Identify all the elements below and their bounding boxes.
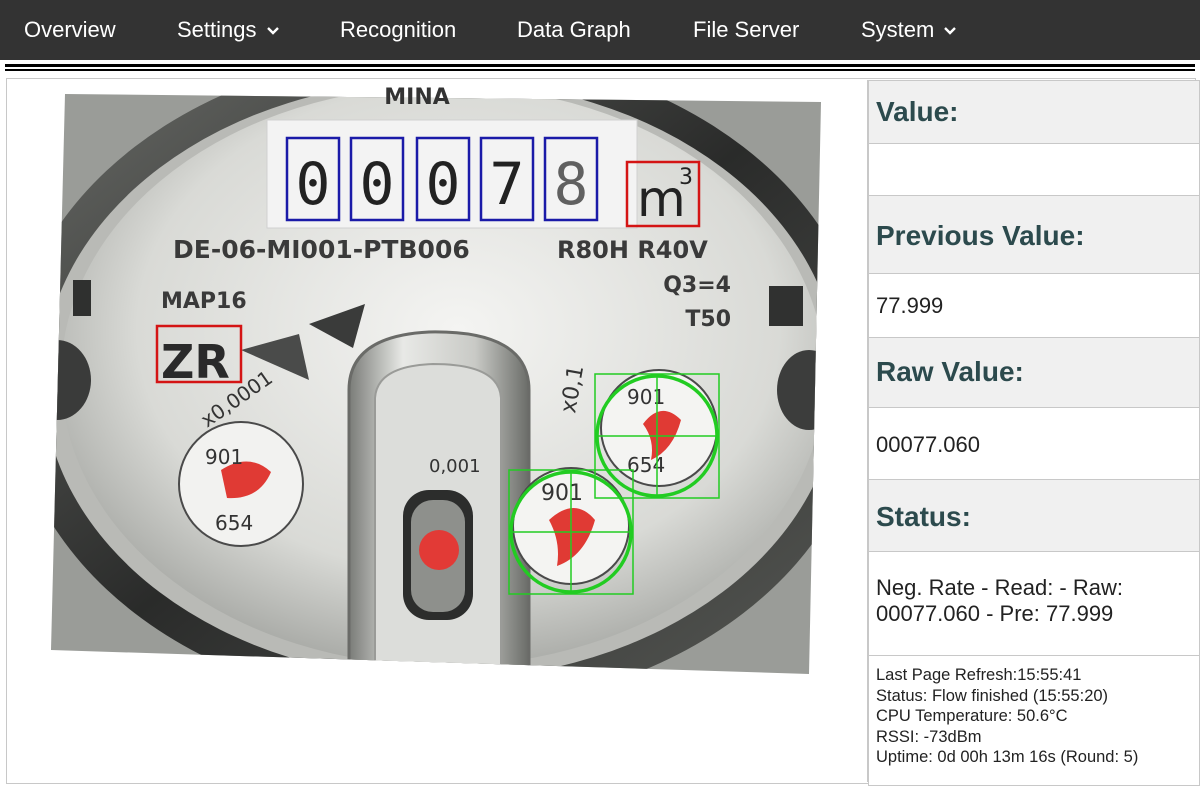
svg-text:901: 901	[205, 445, 243, 469]
meter-spec1-label: R80H R40V	[557, 236, 708, 264]
meter-map-label: MAP16	[161, 289, 247, 314]
svg-text:654: 654	[215, 511, 253, 535]
nav-recognition-label: Recognition	[340, 17, 457, 42]
raw-value-title: Raw Value:	[868, 338, 1200, 408]
previous-value-title: Previous Value:	[868, 196, 1200, 274]
digit-value: 0	[426, 150, 461, 218]
digit-value: 8	[554, 150, 589, 218]
nav-file-server[interactable]: File Server	[693, 0, 799, 60]
unit-superscript: 3	[679, 165, 693, 190]
meter-spec3-label: T50	[685, 307, 731, 332]
previous-value-field: 77.999	[868, 274, 1200, 338]
value-title: Value:	[868, 80, 1200, 144]
meter-image: 901 654 901 901 654 MINA DE-06-MI001-PTB…	[51, 85, 821, 674]
status-field: Neg. Rate - Read: - Raw: 00077.060 - Pre…	[868, 552, 1200, 656]
status-panel: Value: Previous Value: 77.999 Raw Value:…	[868, 80, 1200, 786]
status-title: Status:	[868, 480, 1200, 552]
digit-value: 0	[360, 150, 395, 218]
nav-recognition[interactable]: Recognition	[340, 0, 456, 60]
nav-settings[interactable]: Settings	[177, 0, 280, 60]
raw-value-field: 00077.060	[868, 408, 1200, 480]
flow-status-text: Status: Flow finished (15:55:20)	[876, 686, 1109, 705]
nav-system[interactable]: System	[861, 0, 957, 60]
nav-overview[interactable]: Overview	[24, 0, 116, 60]
top-navbar: Overview Settings Recognition Data Graph…	[0, 0, 1200, 60]
chevron-down-icon	[943, 0, 957, 59]
cpu-temperature-text: CPU Temperature: 50.6°C	[876, 707, 1068, 725]
system-info: Last Page Refresh:15:55:41 Status: Flow …	[868, 656, 1200, 786]
header-divider	[5, 64, 1195, 67]
uptime-text: Uptime: 0d 00h 13m 16s (Round: 5)	[876, 748, 1139, 766]
digit-value: 7	[490, 150, 525, 218]
meter-brand-label: MINA	[384, 85, 450, 110]
nav-data-graph[interactable]: Data Graph	[517, 0, 631, 60]
svg-text:901: 901	[627, 385, 665, 409]
value-field	[868, 144, 1200, 196]
nav-overview-label: Overview	[24, 17, 116, 42]
meter-model-label: DE-06-MI001-PTB006	[173, 235, 470, 264]
rssi-text: RSSI: -73dBm	[876, 727, 982, 746]
nav-system-label: System	[861, 17, 935, 42]
meter-dial-center-label: 0,001	[429, 456, 481, 477]
svg-text:901: 901	[541, 481, 583, 506]
nav-file-server-label: File Server	[693, 17, 800, 42]
meter-spec2-label: Q3=4	[663, 273, 731, 298]
nav-settings-label: Settings	[177, 17, 257, 42]
chevron-down-icon	[266, 0, 280, 59]
nav-data-graph-label: Data Graph	[517, 17, 631, 42]
meter-image-cell: 901 654 901 901 654 MINA DE-06-MI001-PTB…	[9, 80, 868, 782]
header-divider-thin	[5, 69, 1195, 71]
last-refresh-text: Last Page Refresh:15:55:41	[876, 666, 1082, 684]
digit-value: 0	[296, 150, 331, 218]
